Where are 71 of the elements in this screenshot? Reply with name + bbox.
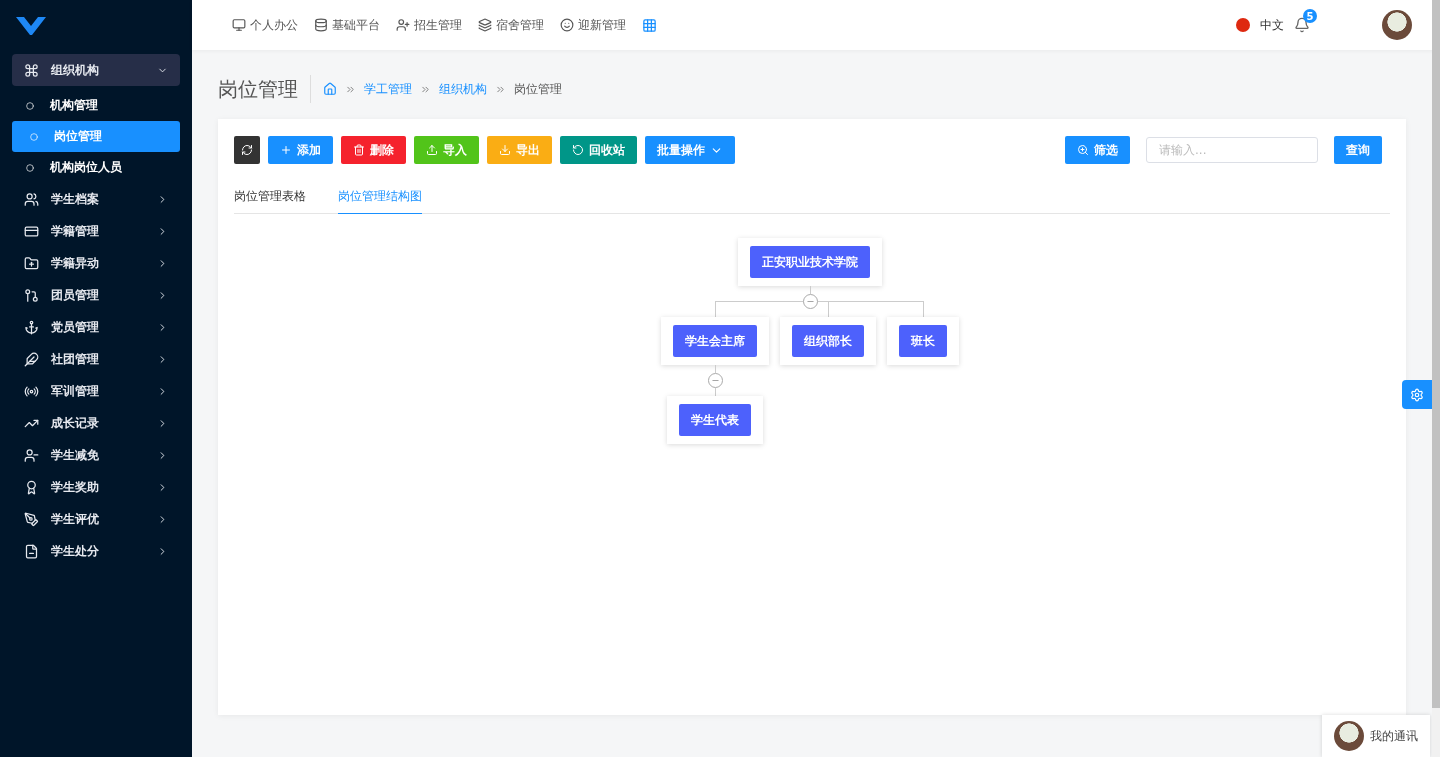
menu-icon bbox=[24, 223, 39, 239]
sidebar-item[interactable]: 机构管理 bbox=[12, 90, 180, 121]
nav-link[interactable]: 宿舍管理 bbox=[478, 16, 544, 34]
sidebar-group[interactable]: 学籍异动 bbox=[12, 247, 180, 279]
sidebar-group[interactable]: 社团管理 bbox=[12, 343, 180, 375]
tab[interactable]: 岗位管理表格 bbox=[234, 184, 306, 214]
menu-icon bbox=[24, 287, 39, 303]
logo-icon bbox=[16, 15, 46, 35]
tree-node[interactable]: 正安职业技术学院 bbox=[750, 246, 870, 278]
nav-link[interactable]: 个人办公 bbox=[232, 16, 298, 34]
contact-avatar bbox=[1334, 721, 1364, 751]
user-avatar[interactable] bbox=[1382, 10, 1412, 40]
menu-icon bbox=[24, 479, 39, 495]
tree-node[interactable]: 学生代表 bbox=[679, 404, 751, 436]
circle-icon bbox=[26, 101, 34, 110]
nav-icon bbox=[396, 18, 410, 32]
sidebar-group[interactable]: 学籍管理 bbox=[12, 215, 180, 247]
upload-icon bbox=[426, 144, 438, 156]
menu-icon bbox=[24, 191, 39, 207]
sidebar-group[interactable]: 党员管理 bbox=[12, 311, 180, 343]
current-page-label: 岗位管理 bbox=[514, 80, 562, 98]
sidebar-group[interactable]: 成长记录 bbox=[12, 407, 180, 439]
home-icon[interactable] bbox=[323, 82, 337, 96]
toolbar-button[interactable]: 删除 bbox=[341, 136, 406, 164]
nav-link[interactable]: 基础平台 bbox=[314, 16, 380, 34]
nav-link[interactable]: 招生管理 bbox=[396, 16, 462, 34]
collapse-toggle[interactable] bbox=[707, 373, 723, 388]
menu-icon bbox=[24, 351, 39, 367]
tree-node[interactable]: 学生会主席 bbox=[673, 325, 757, 357]
apps-grid-icon[interactable] bbox=[642, 17, 657, 33]
sidebar-group[interactable]: 学生评优 bbox=[12, 503, 180, 535]
sidebar-group[interactable]: 组织机构 bbox=[12, 54, 180, 86]
sidebar-group[interactable]: 学生档案 bbox=[12, 183, 180, 215]
collapse-toggle[interactable] bbox=[802, 294, 818, 309]
nav-icon bbox=[232, 18, 246, 32]
menu-icon bbox=[24, 62, 39, 78]
nav-icon bbox=[560, 18, 574, 32]
trash-icon bbox=[353, 144, 365, 156]
plus-icon bbox=[280, 144, 292, 156]
sidebar-group[interactable]: 学生奖助 bbox=[12, 471, 180, 503]
sidebar-group[interactable]: 学生减免 bbox=[12, 439, 180, 471]
undo-icon bbox=[572, 144, 584, 156]
nav-icon bbox=[478, 18, 492, 32]
refresh-button[interactable] bbox=[234, 136, 260, 164]
page-title: 岗位管理 bbox=[218, 75, 311, 103]
sidebar-group[interactable]: 团员管理 bbox=[12, 279, 180, 311]
sidebar-group[interactable]: 军训管理 bbox=[12, 375, 180, 407]
language-label[interactable]: 中文 bbox=[1260, 16, 1284, 34]
download-icon bbox=[499, 144, 511, 156]
notification-badge: 5 bbox=[1303, 9, 1317, 23]
settings-icon bbox=[1410, 387, 1424, 402]
nav-link[interactable]: 迎新管理 bbox=[560, 16, 626, 34]
zoom-in-icon bbox=[1077, 144, 1089, 156]
toolbar-button[interactable]: 回收站 bbox=[560, 136, 637, 164]
refresh-icon bbox=[241, 144, 253, 156]
circle-icon bbox=[26, 163, 34, 172]
tree-node[interactable]: 班长 bbox=[899, 325, 947, 357]
nav-icon bbox=[314, 18, 328, 32]
circle-icon bbox=[30, 132, 38, 141]
sidebar-group[interactable]: 学生处分 bbox=[12, 535, 180, 567]
sidebar-item[interactable]: 机构岗位人员 bbox=[12, 152, 180, 183]
menu-icon bbox=[24, 511, 39, 527]
scrollbar-thumb[interactable] bbox=[1432, 0, 1440, 708]
menu-icon bbox=[24, 543, 39, 559]
tree-node[interactable]: 组织部长 bbox=[792, 325, 864, 357]
menu-icon bbox=[24, 447, 39, 463]
menu-icon bbox=[24, 255, 39, 271]
search-field[interactable]: 请输入... bbox=[1146, 137, 1318, 163]
menu-icon bbox=[24, 319, 39, 335]
contacts-widget[interactable]: 我的通讯 bbox=[1322, 715, 1430, 757]
settings-button[interactable] bbox=[1402, 380, 1432, 409]
